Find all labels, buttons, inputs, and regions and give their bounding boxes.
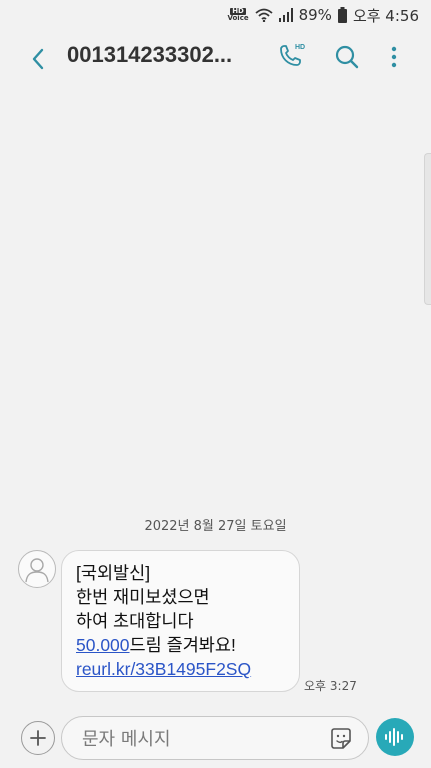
signal-icon (278, 8, 293, 22)
battery-percent: 89% (298, 6, 332, 24)
voice-wave-icon (385, 728, 403, 746)
message-line-url: reurl.kr/33B1495F2SQ (76, 657, 287, 681)
hd-voice-icon: HD Voice (227, 8, 248, 22)
search-icon (335, 45, 359, 69)
call-button[interactable]: HD (274, 40, 308, 74)
url-link[interactable]: reurl.kr/33B1495F2SQ (76, 659, 251, 679)
clock: 오후 4:56 (352, 6, 419, 25)
sticker-button[interactable] (328, 726, 354, 752)
message-line: 한번 재미보셨으면 (76, 587, 210, 607)
message-line: [국외발신] (76, 563, 151, 583)
message-timestamp: 오후 3:27 (304, 679, 357, 693)
date-divider: 2022년 8월 27일 토요일 (144, 519, 287, 534)
amount-link[interactable]: 50.000 (76, 635, 130, 655)
plus-icon (30, 730, 46, 746)
back-arrow-icon (32, 48, 44, 70)
person-icon (25, 558, 49, 583)
message-input-container (61, 716, 369, 760)
phone-icon: HD (280, 44, 305, 66)
sender-avatar[interactable] (18, 550, 56, 588)
message-line: 하여 초대합니다 (76, 611, 194, 631)
message-input[interactable] (80, 725, 324, 753)
battery-icon (337, 7, 347, 23)
conversation-header: 001314233302... HD (0, 30, 431, 88)
more-options-button[interactable] (384, 42, 404, 72)
sticker-icon (331, 728, 351, 749)
conversation-title: 001314233302... (67, 42, 233, 67)
status-bar: HD Voice 89% 오후 4:56 (0, 0, 431, 30)
more-vertical-icon (391, 46, 397, 68)
scroll-handle[interactable] (424, 153, 431, 305)
message-line-amount: 50.000드림 즐겨봐요! (76, 633, 287, 657)
amount-suffix: 드림 즐겨봐요! (129, 635, 236, 655)
call-hd-badge: HD (295, 44, 305, 51)
wifi-icon (255, 8, 273, 22)
message-bubble[interactable]: [국외발신] 한번 재미보셨으면 하여 초대합니다 50.000드림 즐겨봐요!… (61, 550, 300, 692)
add-attachment-button[interactable] (21, 721, 55, 755)
back-button[interactable] (26, 44, 54, 74)
search-button[interactable] (332, 42, 362, 72)
voice-input-button[interactable] (376, 718, 414, 756)
hd-voice-voice-label: Voice (227, 14, 249, 22)
